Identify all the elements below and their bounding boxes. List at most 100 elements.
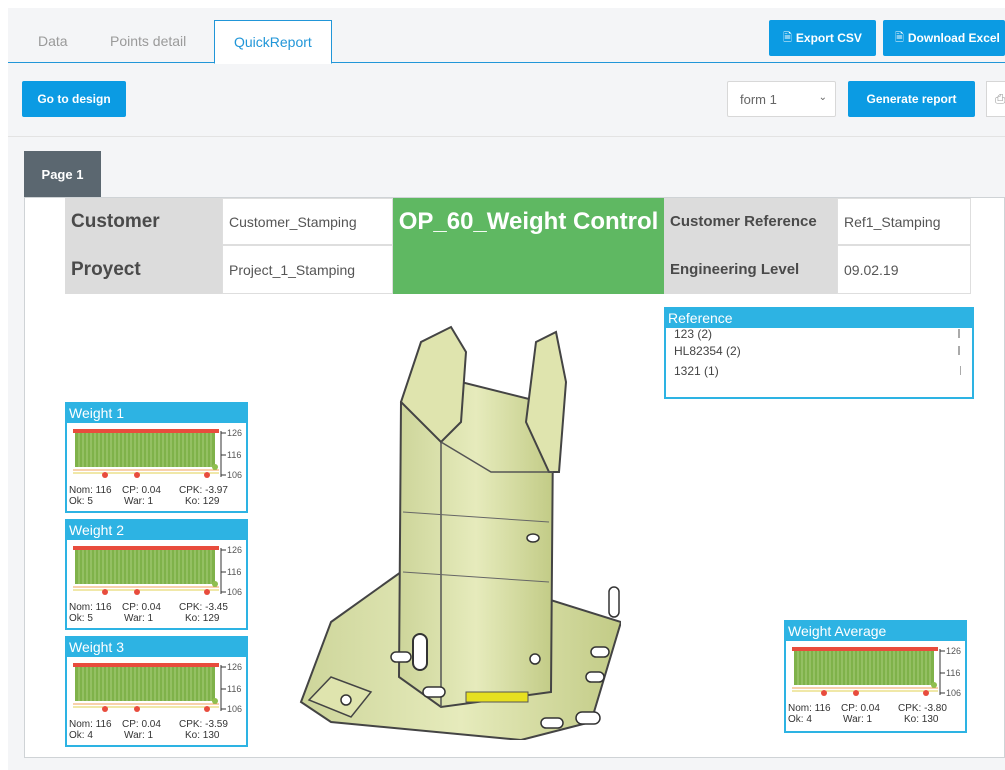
- engineering-level-value: 09.02.19: [837, 245, 971, 294]
- ko-count: Ko: 129: [185, 613, 220, 624]
- reference-title: Reference: [666, 309, 972, 328]
- app-frame: Data Points detail QuickReport 🗎 Export …: [8, 8, 1005, 770]
- nom-value: Nom: 116: [69, 719, 112, 730]
- chevron-down-icon: ⌄: [818, 92, 827, 103]
- file-icon: 🗎: [783, 31, 792, 44]
- tab-points-detail[interactable]: Points detail: [98, 20, 198, 63]
- reference-item-label: HL82354 (2): [674, 344, 741, 358]
- axis-tick-label: 126: [227, 545, 242, 555]
- axis-tick-label: 126: [227, 662, 242, 672]
- out-of-tolerance-point: [821, 690, 827, 696]
- axis-tick-label: 126: [227, 428, 242, 438]
- cpk-value: CPK: -3.97: [179, 485, 228, 496]
- cp-value: CP: 0.04: [122, 719, 161, 730]
- excel-file-icon: 🗎: [895, 31, 904, 44]
- axis-tick-label: 106: [946, 688, 961, 698]
- out-of-tolerance-point: [102, 589, 108, 595]
- project-value: Project_1_Stamping: [222, 245, 393, 294]
- go-to-design-button[interactable]: Go to design: [22, 81, 126, 117]
- weight-3-widget[interactable]: Weight 3 126 116 106 Nom: 116 CP: 0.04 CPK: -3…: [65, 636, 248, 747]
- out-of-tolerance-point: [204, 706, 210, 712]
- page-tab-1[interactable]: Page 1: [24, 151, 101, 197]
- customer-reference-label: Customer Reference: [664, 198, 837, 245]
- warning-count: War: 1: [124, 613, 154, 624]
- out-of-tolerance-point: [853, 690, 859, 696]
- part-3d-image[interactable]: [291, 322, 621, 740]
- axis-tick-label: 116: [227, 684, 241, 694]
- warning-point: [212, 698, 218, 704]
- print-icon: ⎙: [995, 91, 1005, 106]
- export-csv-label: Export CSV: [795, 31, 862, 45]
- engineering-level-label: Engineering Level: [664, 245, 837, 294]
- reference-item-label: 1321 (1): [674, 364, 719, 378]
- cp-value: CP: 0.04: [122, 602, 161, 613]
- widget-title: Weight 1: [67, 404, 246, 423]
- download-excel-button[interactable]: 🗎 Download Excel: [883, 20, 1005, 56]
- reference-item-bar: [960, 366, 961, 375]
- reference-item-bar: [958, 329, 960, 338]
- report-page: Customer Customer_Stamping Proyect Proje…: [24, 197, 1005, 758]
- project-label: Proyect: [65, 245, 222, 294]
- nom-value: Nom: 116: [69, 602, 112, 613]
- out-of-tolerance-point: [204, 472, 210, 478]
- upper-limit-line: [73, 546, 219, 550]
- cpk-value: CPK: -3.59: [179, 719, 228, 730]
- print-button[interactable]: ⎙: [986, 81, 1005, 117]
- axis-tick-label: 116: [227, 567, 241, 577]
- axis-tick-label: 116: [946, 668, 960, 678]
- warning-count: War: 1: [124, 496, 154, 507]
- list-item[interactable]: 123 (2): [666, 328, 972, 341]
- list-item[interactable]: HL82354 (2): [666, 341, 972, 361]
- weight-average-widget[interactable]: Weight Average 126 116 106 Nom: 116 CP: 0.04 C…: [784, 620, 967, 733]
- toolbar-divider: [8, 136, 1005, 137]
- nom-value: Nom: 116: [69, 485, 112, 496]
- warning-point: [212, 581, 218, 587]
- ok-count: Ok: 4: [788, 714, 812, 725]
- weight-control-chart: 126 116 106: [73, 545, 242, 597]
- customer-reference-value: Ref1_Stamping: [837, 198, 971, 245]
- out-of-tolerance-point: [204, 589, 210, 595]
- tab-data[interactable]: Data: [26, 20, 80, 63]
- widget-stats: Nom: 116 CP: 0.04 CPK: -3.97 Ok: 5 War: 1 Ko:…: [67, 483, 246, 511]
- measurement-bars: [75, 550, 215, 584]
- warning-point: [212, 464, 218, 470]
- axis-tick-label: 116: [227, 450, 241, 460]
- report-title: OP_60_Weight Control: [393, 198, 664, 294]
- upper-limit-line: [73, 663, 219, 667]
- cp-value: CP: 0.04: [841, 703, 880, 714]
- customer-value: Customer_Stamping: [222, 198, 393, 245]
- axis-tick-label: 106: [227, 704, 242, 714]
- out-of-tolerance-point: [134, 706, 140, 712]
- weight-1-widget[interactable]: Weight 1 126 116 106 Nom: 116 CP: 0.04 CPK: -3…: [65, 402, 248, 513]
- reference-item-label: 123 (2): [674, 327, 713, 341]
- form-select[interactable]: form 1 ⌄: [727, 81, 836, 117]
- measurement-bars: [75, 667, 215, 701]
- generate-report-button[interactable]: Generate report: [848, 81, 975, 117]
- ok-count: Ok: 4: [69, 730, 93, 741]
- warning-count: War: 1: [843, 714, 873, 725]
- widget-title: Weight 2: [67, 521, 246, 540]
- tab-quickreport[interactable]: QuickReport: [214, 20, 332, 64]
- customer-label: Customer: [65, 198, 222, 245]
- widget-stats: Nom: 116 CP: 0.04 CPK: -3.59 Ok: 4 War: 1 Ko:…: [67, 717, 246, 745]
- axis-tick-label: 106: [227, 470, 242, 480]
- reference-item-bar: [958, 346, 960, 355]
- weight-2-widget[interactable]: Weight 2 126 116 106 Nom: 116 CP: 0.04 CPK: -3…: [65, 519, 248, 630]
- axis-tick-label: 106: [227, 587, 242, 597]
- reference-widget: Reference 123 (2) HL82354 (2) 1321 (1): [664, 307, 974, 399]
- upper-limit-line: [792, 647, 938, 651]
- ok-count: Ok: 5: [69, 613, 93, 624]
- out-of-tolerance-point: [102, 472, 108, 478]
- list-item[interactable]: 1321 (1): [666, 361, 972, 381]
- ko-count: Ko: 129: [185, 496, 220, 507]
- ko-count: Ko: 130: [904, 714, 939, 725]
- export-csv-button[interactable]: 🗎 Export CSV: [769, 20, 876, 56]
- weight-control-chart: 126 116 106: [792, 646, 961, 698]
- warning-point: [931, 682, 937, 688]
- ok-count: Ok: 5: [69, 496, 93, 507]
- out-of-tolerance-point: [134, 472, 140, 478]
- ko-count: Ko: 130: [185, 730, 220, 741]
- measurement-bars: [794, 651, 934, 685]
- widget-stats: Nom: 116 CP: 0.04 CPK: -3.45 Ok: 5 War: 1 Ko:…: [67, 600, 246, 628]
- upper-limit-line: [73, 429, 219, 433]
